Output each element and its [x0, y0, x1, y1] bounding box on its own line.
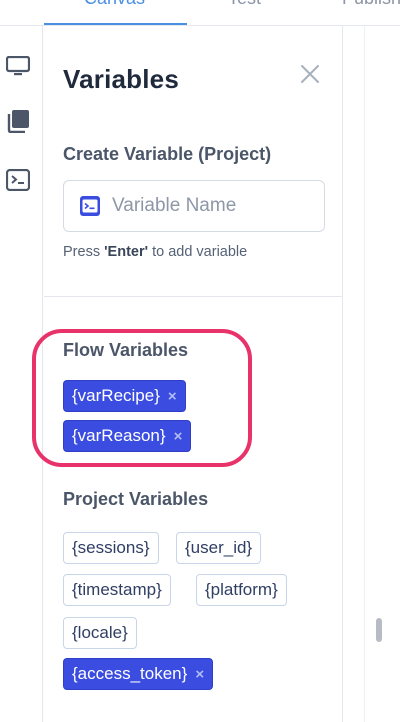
remove-icon[interactable]: ×	[195, 666, 204, 683]
chip-label: {platform}	[205, 580, 278, 599]
project-variable-chip[interactable]: {user_id}	[176, 532, 262, 564]
project-variable-chip[interactable]: {timestamp}	[63, 574, 171, 606]
terminal-icon	[80, 196, 100, 216]
left-icon-rail	[0, 26, 43, 722]
monitor-icon[interactable]	[5, 54, 31, 80]
book-icon[interactable]	[5, 108, 31, 134]
project-variable-chip[interactable]: {sessions}	[63, 532, 159, 564]
enter-hint: Press 'Enter' to add variable	[63, 244, 248, 260]
variable-name-field[interactable]	[63, 180, 325, 232]
enter-key-label: 'Enter'	[104, 244, 149, 260]
project-variable-chip[interactable]: {platform}	[196, 574, 287, 606]
flow-variable-chip[interactable]: {varReason} ×	[63, 420, 192, 452]
variable-name-input[interactable]	[112, 191, 312, 221]
top-tab-bar: Canvas Test Publish	[0, 0, 400, 26]
chip-label: {user_id}	[185, 538, 253, 557]
section-divider	[44, 296, 343, 297]
project-variables-heading: Project Variables	[63, 489, 209, 509]
chip-label: {sessions}	[72, 538, 150, 557]
chip-label: {varReason}	[72, 426, 166, 445]
chip-label: {timestamp}	[72, 580, 162, 599]
canvas-area	[344, 26, 400, 722]
project-variable-chip[interactable]: {access_token} ×	[63, 658, 214, 690]
chip-label: {access_token}	[72, 664, 188, 683]
terminal-icon[interactable]	[5, 167, 31, 193]
flow-variables-heading: Flow Variables	[63, 340, 189, 360]
tab-publish[interactable]: Publish	[342, 0, 400, 9]
tab-canvas[interactable]: Canvas	[84, 0, 145, 9]
variables-panel: Variables Create Variable (Project) Pres…	[32, 26, 343, 722]
active-tab-indicator	[44, 23, 187, 25]
close-icon[interactable]	[298, 62, 322, 86]
remove-icon[interactable]: ×	[168, 388, 177, 405]
flow-variable-chip[interactable]: {varRecipe} ×	[63, 380, 186, 412]
panel-title: Variables	[63, 64, 179, 94]
chip-label: {locale}	[72, 623, 128, 642]
project-variable-chip[interactable]: {locale}	[63, 617, 137, 649]
remove-icon[interactable]: ×	[174, 428, 183, 445]
scrollbar-thumb[interactable]	[376, 618, 382, 642]
canvas-edge	[364, 26, 365, 722]
chip-label: {varRecipe}	[72, 386, 160, 405]
tab-test[interactable]: Test	[228, 0, 261, 9]
create-variable-heading: Create Variable (Project)	[63, 144, 272, 164]
